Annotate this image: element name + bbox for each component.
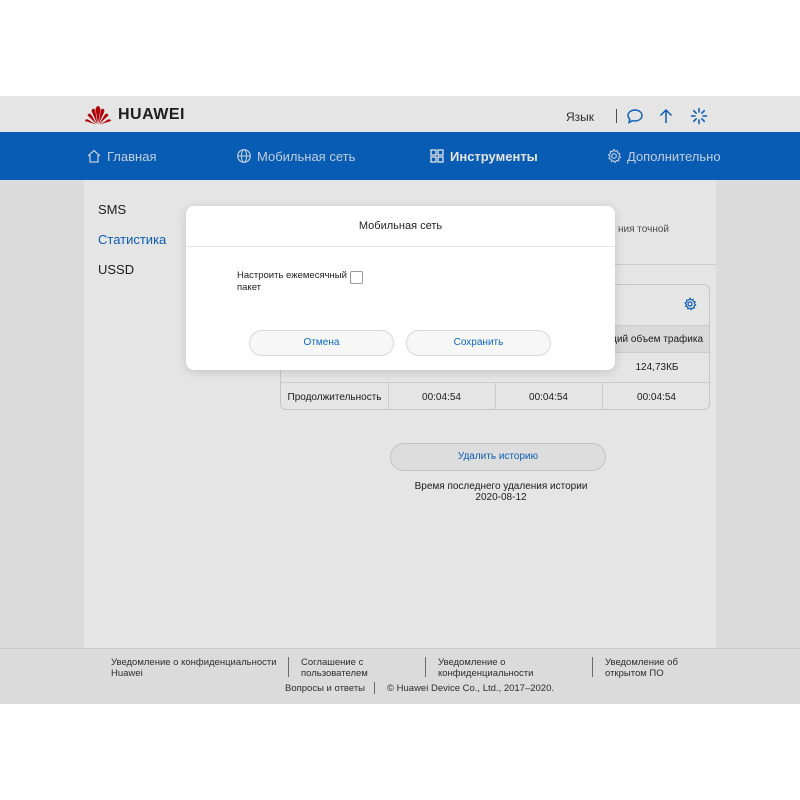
dialog-title: Мобильная сеть [358,220,443,232]
monthly-plan-label: Настроить ежемесячный пакет [237,270,347,293]
modal-overlay[interactable] [0,96,800,704]
cancel-button[interactable]: Отмена [249,330,394,356]
monthly-plan-checkbox[interactable] [350,271,363,284]
mobile-network-dialog: Мобильная сеть Настроить ежемесячный пак… [186,206,615,370]
save-button[interactable]: Сохранить [406,330,551,356]
dialog-divider [186,246,615,247]
